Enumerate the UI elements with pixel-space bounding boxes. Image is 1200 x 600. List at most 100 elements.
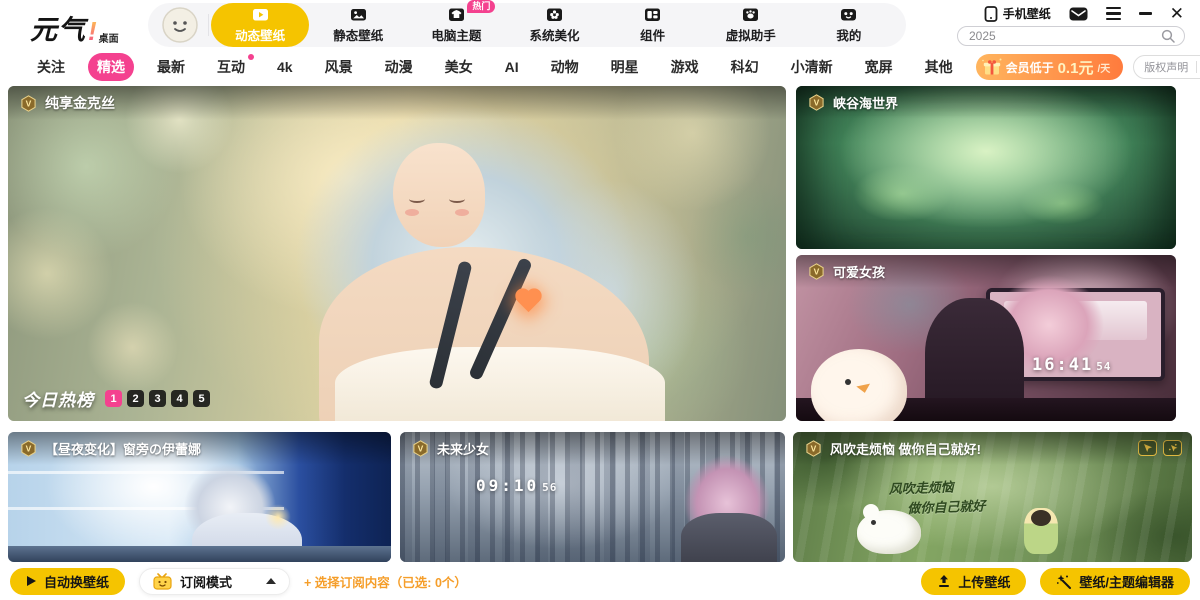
menu-button[interactable] — [1106, 7, 1121, 20]
upload-wallpaper-button[interactable]: 上传壁纸 — [921, 568, 1026, 595]
tv-icon — [153, 573, 172, 590]
vip-badge-icon: V — [808, 94, 825, 111]
phone-icon — [984, 6, 998, 22]
close-button[interactable]: ✕ — [1170, 5, 1184, 22]
subscribe-mode-dropdown[interactable]: 订阅模式 — [139, 568, 290, 595]
messages-button[interactable] — [1069, 7, 1088, 21]
wallpaper-card-future-girl[interactable]: 09:1056 V 未来少女 — [400, 432, 785, 562]
nav-item-widgets[interactable]: 组件 — [604, 3, 702, 47]
upload-label: 上传壁纸 — [958, 572, 1010, 591]
card-title: 可爱女孩 — [833, 262, 885, 281]
app-logo[interactable]: 元气 ! 桌面 — [30, 8, 119, 47]
card-title: 未来少女 — [437, 439, 489, 458]
auto-change-label: 自动换壁纸 — [44, 572, 109, 591]
user-avatar[interactable] — [162, 7, 198, 43]
card-title: 风吹走烦恼 做你自己就好! — [830, 439, 981, 458]
nav-item-mine[interactable]: 我的 — [800, 3, 898, 47]
card-header: V 未来少女 — [400, 432, 785, 465]
nav-item-live-wallpaper[interactable]: 动态壁纸 — [211, 3, 309, 47]
footer-bar: 自动换壁纸 订阅模式 + 选择订阅内容（已选: 0个） 上传壁纸 — [0, 562, 1200, 600]
svg-text:V: V — [26, 444, 32, 454]
rank-5-button[interactable]: 5 — [193, 390, 210, 407]
nav-item-label: 静态壁纸 — [333, 25, 383, 44]
hamburger-icon — [1106, 7, 1121, 20]
app-window: 元气 ! 桌面 动态壁纸 — [0, 0, 1200, 600]
nav-item-virtual-assistant[interactable]: 虚拟助手 — [702, 3, 800, 47]
category-beauty[interactable]: 美女 — [436, 53, 482, 81]
vip-badge-icon: V — [808, 263, 825, 280]
category-game[interactable]: 游戏 — [662, 53, 708, 81]
category-animal[interactable]: 动物 — [542, 53, 588, 81]
svg-text:V: V — [418, 444, 424, 454]
theme-shirt-icon — [448, 6, 465, 23]
rank-4-button[interactable]: 4 — [171, 390, 188, 407]
svg-text:V: V — [814, 98, 820, 108]
nav-item-system-beautify[interactable]: 系统美化 — [505, 3, 603, 47]
membership-promo-badge[interactable]: 会员低于 0.1元 /天 — [976, 54, 1124, 80]
mail-icon — [1069, 7, 1088, 21]
wallpaper-card-canyon-sea[interactable]: V 峡谷海世界 — [796, 86, 1176, 249]
category-scenery[interactable]: 风景 — [316, 53, 362, 81]
category-scifi[interactable]: 科幻 — [722, 53, 768, 81]
flower-icon — [546, 6, 563, 23]
wallpaper-card-elaina[interactable]: V 【昼夜变化】窗旁の伊蕾娜 — [8, 432, 391, 562]
image-icon — [350, 6, 367, 23]
nav-item-label: 我的 — [836, 25, 861, 44]
logo-accent: ! — [88, 16, 97, 47]
member-prefix: 会员低于 — [1006, 59, 1054, 76]
category-anime[interactable]: 动漫 — [376, 53, 422, 81]
search-icon[interactable] — [1161, 29, 1175, 43]
category-fresh[interactable]: 小清新 — [782, 53, 842, 81]
vip-badge-icon: V — [412, 440, 429, 457]
svg-text:V: V — [814, 267, 820, 277]
wallpaper-card-no-worries[interactable]: 风吹走烦恼 做你自己就好 V 风吹走烦恼 做你自己就好! — [793, 432, 1192, 562]
nav-item-label: 电脑主题 — [431, 25, 481, 44]
minimize-icon — [1139, 12, 1152, 14]
category-latest[interactable]: 最新 — [148, 53, 194, 81]
minimize-button[interactable] — [1139, 12, 1152, 14]
card-header: V 纯享金克丝 — [8, 86, 786, 120]
window-controls-row: 手机壁纸 ✕ — [984, 5, 1184, 22]
wallpaper-card-hero[interactable]: V 纯享金克丝 今日热榜 1 2 3 4 5 — [8, 86, 786, 421]
rank-3-button[interactable]: 3 — [149, 390, 166, 407]
category-widescreen[interactable]: 宽屏 — [856, 53, 902, 81]
widgets-layout-icon — [644, 6, 661, 23]
category-interactive[interactable]: 互动 — [208, 53, 254, 81]
bird-mascot-decoration — [811, 349, 907, 421]
phone-wallpaper-label: 手机壁纸 — [1003, 5, 1051, 22]
nav-item-pc-theme[interactable]: 热门 电脑主题 — [407, 3, 505, 47]
nav-item-label: 虚拟助手 — [726, 25, 776, 44]
robot-face-icon — [840, 6, 857, 23]
category-bar: 关注 精选 最新 互动 4k 风景 动漫 美女 AI 动物 明星 游戏 科幻 小… — [0, 50, 1200, 84]
card-title: 峡谷海世界 — [833, 93, 898, 112]
copyright-link[interactable]: 版权声明 — [1144, 59, 1188, 75]
rank-1-button[interactable]: 1 — [105, 390, 122, 407]
wallpaper-clock: 09:1056 — [476, 476, 557, 495]
wallpaper-theme-editor-button[interactable]: 壁纸/主题编辑器 — [1040, 568, 1190, 595]
wallpaper-card-cute-girl[interactable]: 16:4154 V 可爱女孩 — [796, 255, 1176, 421]
search-input[interactable] — [967, 28, 1161, 44]
close-icon: ✕ — [1170, 5, 1184, 22]
category-follow[interactable]: 关注 — [28, 53, 74, 81]
card-header: V 【昼夜变化】窗旁の伊蕾娜 — [8, 432, 391, 465]
phone-wallpaper-button[interactable]: 手机壁纸 — [984, 5, 1051, 22]
svg-text:V: V — [811, 444, 817, 454]
legal-links: 版权声明 侵权举报 — [1133, 55, 1200, 79]
daily-hot-ranking: 今日热榜 1 2 3 4 5 — [22, 386, 210, 411]
category-star[interactable]: 明星 — [602, 53, 648, 81]
category-other[interactable]: 其他 — [916, 53, 962, 81]
nav-item-static-wallpaper[interactable]: 静态壁纸 — [309, 3, 407, 47]
category-ai[interactable]: AI — [496, 55, 528, 79]
auto-change-wallpaper-button[interactable]: 自动换壁纸 — [10, 568, 125, 595]
select-subscription-link[interactable]: + 选择订阅内容（已选: 0个） — [304, 572, 467, 591]
rank-2-button[interactable]: 2 — [127, 390, 144, 407]
search-box[interactable] — [957, 26, 1185, 46]
category-4k[interactable]: 4k — [268, 55, 302, 79]
new-dot — [248, 54, 254, 60]
nav-item-label: 系统美化 — [529, 25, 579, 44]
vip-badge-icon: V — [805, 440, 822, 457]
vip-badge-icon: V — [20, 95, 37, 112]
play-icon — [26, 575, 37, 587]
category-featured[interactable]: 精选 — [88, 53, 134, 81]
main-nav: 动态壁纸 静态壁纸 热门 电脑主题 — [148, 3, 906, 47]
